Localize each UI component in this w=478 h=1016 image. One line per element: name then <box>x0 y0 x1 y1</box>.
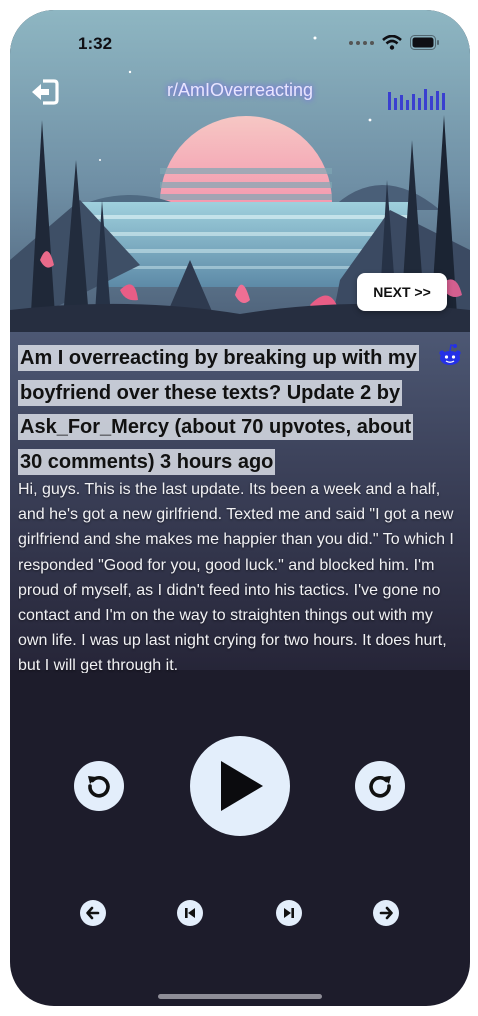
skip-next-button[interactable] <box>276 900 302 926</box>
skip-previous-icon <box>185 908 195 918</box>
equalizer-icon <box>388 89 445 110</box>
home-indicator[interactable] <box>158 994 322 999</box>
post-title: Am I overreacting by breaking up with my… <box>18 345 419 475</box>
forward-icon <box>369 775 391 798</box>
next-post-arrow-button[interactable] <box>373 900 399 926</box>
skip-next-icon <box>284 908 294 918</box>
skip-previous-button[interactable] <box>177 900 203 926</box>
reddit-link[interactable] <box>438 343 462 367</box>
wifi-icon <box>382 35 402 50</box>
status-time: 1:32 <box>78 34 113 53</box>
forward-button[interactable] <box>355 761 405 811</box>
audio-visualizer-icon[interactable] <box>388 86 450 110</box>
post-body: Hi, guys. This is the last update. Its b… <box>18 481 454 673</box>
rewind-icon <box>88 775 110 798</box>
play-button[interactable] <box>190 736 290 836</box>
reddit-icon <box>439 344 461 365</box>
phone-screen: 1:32 r/AmIOverreacting NEXT >> Am I over… <box>10 10 470 1006</box>
arrow-left-icon <box>86 906 100 920</box>
previous-post-button[interactable] <box>80 900 106 926</box>
rewind-button[interactable] <box>74 761 124 811</box>
arrow-right-icon <box>379 906 393 920</box>
post-title-container: Am I overreacting by breaking up with my… <box>18 342 438 480</box>
battery-icon <box>410 35 439 50</box>
play-icon <box>221 761 263 811</box>
status-icons <box>348 35 440 50</box>
next-post-button[interactable]: NEXT >> <box>357 273 447 311</box>
signal-icon <box>349 40 374 45</box>
